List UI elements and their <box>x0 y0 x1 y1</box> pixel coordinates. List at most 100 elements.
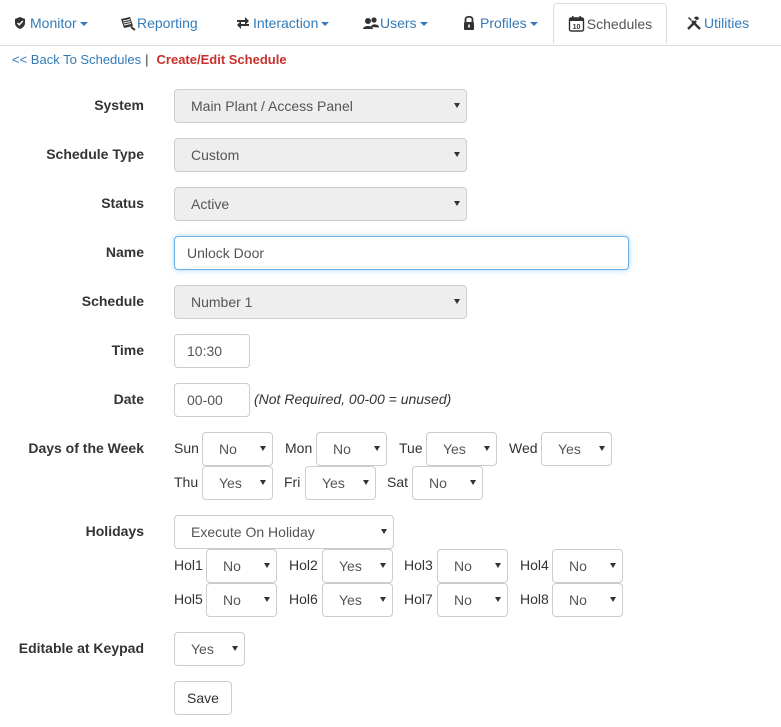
tab-schedules-label: Schedules <box>586 15 653 32</box>
select-arrow-icon <box>454 103 460 108</box>
day-select-fri[interactable]: Yes <box>305 466 376 500</box>
day-value-sat: No <box>429 475 447 491</box>
select-arrow-icon <box>495 597 501 602</box>
nav-profiles[interactable]: Profiles <box>462 0 538 45</box>
day-label-sun: Sun <box>174 440 199 456</box>
chevron-down-icon <box>321 21 330 26</box>
schedule-type-select[interactable]: Custom <box>174 138 467 172</box>
select-arrow-icon <box>260 446 266 451</box>
day-value-fri: Yes <box>322 475 345 491</box>
system-label: System <box>94 97 144 113</box>
day-value-wed: Yes <box>558 441 581 457</box>
lock-icon <box>462 15 478 31</box>
hol-select-6[interactable]: Yes <box>322 583 393 617</box>
chevron-down-icon <box>79 21 88 26</box>
nav-interaction[interactable]: Interaction <box>235 0 330 45</box>
nav-monitor-label: Monitor <box>30 14 77 31</box>
day-select-tue[interactable]: Yes <box>426 432 497 466</box>
hol-value-3: No <box>454 558 472 574</box>
holidays-label: Holidays <box>85 523 144 539</box>
breadcrumb-separator: | <box>145 52 149 67</box>
select-arrow-icon <box>484 446 490 451</box>
date-input[interactable]: 00-00 <box>174 383 250 417</box>
holidays-mode-value: Execute On Holiday <box>191 524 315 540</box>
nav-users[interactable]: Users <box>362 0 428 45</box>
nav-reporting[interactable]: Reporting <box>119 0 198 45</box>
name-input[interactable]: Unlock Door <box>174 236 629 270</box>
shield-icon <box>12 15 28 31</box>
hol-select-5[interactable]: No <box>206 583 277 617</box>
hol-value-8: No <box>569 592 587 608</box>
users-icon <box>362 15 379 31</box>
select-arrow-icon <box>232 646 238 651</box>
day-select-sat[interactable]: No <box>412 466 483 500</box>
hol-value-5: No <box>223 592 241 608</box>
hol-label-7: Hol7 <box>404 591 433 607</box>
status-value: Active <box>191 196 230 212</box>
system-select[interactable]: Main Plant / Access Panel <box>174 89 467 123</box>
schedule-select[interactable]: Number 1 <box>174 285 467 319</box>
day-label-wed: Wed <box>509 440 538 456</box>
select-arrow-icon <box>610 597 616 602</box>
day-value-tue: Yes <box>443 441 466 457</box>
hol-label-8: Hol8 <box>520 591 549 607</box>
day-label-tue: Tue <box>399 440 423 456</box>
hol-value-1: No <box>223 558 241 574</box>
status-select[interactable]: Active <box>174 187 467 221</box>
schedule-type-label: Schedule Type <box>46 146 144 162</box>
time-input-value: 10:30 <box>187 343 223 359</box>
select-arrow-icon <box>380 597 386 602</box>
hol-select-8[interactable]: No <box>552 583 623 617</box>
reporting-icon <box>119 15 136 31</box>
nav-monitor[interactable]: Monitor <box>12 0 88 45</box>
holidays-mode-select[interactable]: Execute On Holiday <box>174 515 394 549</box>
days-label: Days of the Week <box>28 440 144 456</box>
day-select-wed[interactable]: Yes <box>541 432 612 466</box>
swap-icon <box>235 15 251 31</box>
tools-icon <box>686 15 702 31</box>
day-select-sun[interactable]: No <box>202 432 273 466</box>
select-arrow-icon <box>381 529 387 534</box>
schedule-value: Number 1 <box>191 294 253 310</box>
select-arrow-icon <box>610 563 616 568</box>
top-nav: Monitor Reporting Interaction Users Prof… <box>0 0 781 46</box>
day-value-sun: No <box>219 441 237 457</box>
hol-value-7: No <box>454 592 472 608</box>
tab-schedules[interactable]: 10 Schedules <box>553 3 667 44</box>
hol-select-1[interactable]: No <box>206 549 277 583</box>
hol-label-2: Hol2 <box>289 557 318 573</box>
date-label: Date <box>113 391 144 407</box>
back-to-schedules-link[interactable]: << Back To Schedules <box>12 52 141 67</box>
calendar-icon: 10 <box>568 15 585 32</box>
keypad-label: Editable at Keypad <box>18 640 144 656</box>
save-button[interactable]: Save <box>174 681 232 715</box>
select-arrow-icon <box>260 480 266 485</box>
nav-profiles-label: Profiles <box>480 14 527 31</box>
svg-text:10: 10 <box>572 24 580 31</box>
day-value-mon: No <box>333 441 351 457</box>
nav-utilities[interactable]: Utilities <box>686 0 749 45</box>
select-arrow-icon <box>495 563 501 568</box>
select-arrow-icon <box>599 446 605 451</box>
nav-utilities-label: Utilities <box>704 14 750 31</box>
hol-select-3[interactable]: No <box>437 549 508 583</box>
hol-select-7[interactable]: No <box>437 583 508 617</box>
hol-select-4[interactable]: No <box>552 549 623 583</box>
time-input[interactable]: 10:30 <box>174 334 250 368</box>
select-arrow-icon <box>470 480 476 485</box>
hol-label-4: Hol4 <box>520 557 549 573</box>
day-select-thu[interactable]: Yes <box>202 466 273 500</box>
chevron-down-icon <box>529 21 538 26</box>
date-input-value: 00-00 <box>187 392 223 408</box>
day-label-mon: Mon <box>285 440 313 456</box>
keypad-select[interactable]: Yes <box>174 632 245 666</box>
select-arrow-icon <box>264 597 270 602</box>
hol-select-2[interactable]: Yes <box>322 549 393 583</box>
breadcrumb: << Back To Schedules | Create/Edit Sched… <box>12 52 287 67</box>
nav-interaction-label: Interaction <box>253 14 319 31</box>
select-arrow-icon <box>454 152 460 157</box>
keypad-value: Yes <box>191 641 214 657</box>
status-label: Status <box>101 195 144 211</box>
day-select-mon[interactable]: No <box>316 432 387 466</box>
day-label-sat: Sat <box>387 474 409 490</box>
